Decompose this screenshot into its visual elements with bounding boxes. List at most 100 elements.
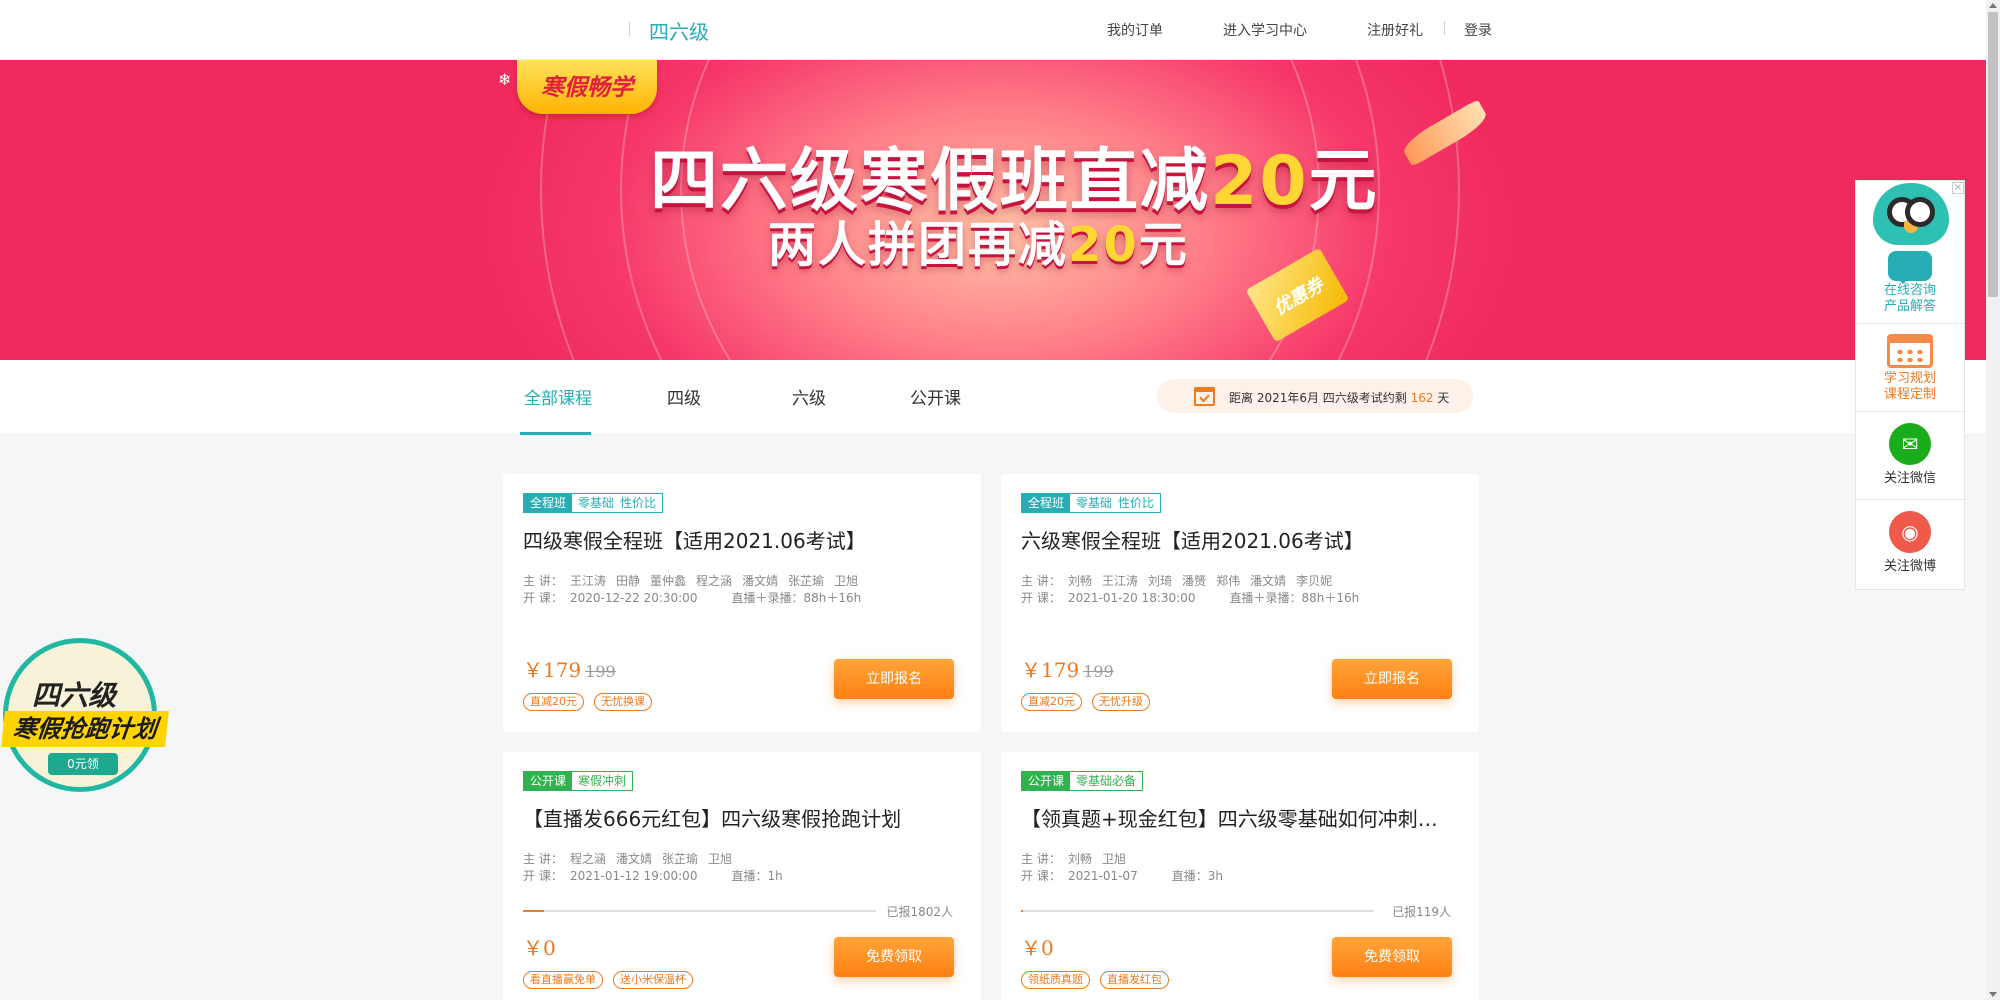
- winter-badge-text: 寒假畅学: [541, 74, 633, 101]
- course-title[interactable]: 四级寒假全程班【适用2021.06考试】: [523, 525, 963, 554]
- start-label: 开 课：: [523, 591, 563, 605]
- consult-sublabel: 产品解答: [1883, 299, 1936, 314]
- floating-service-sidebar: × 在线咨询 产品解答 学习规划 课程定制 ✉ 关注微信 ◉ 关注微博: [1855, 180, 1965, 590]
- enroll-button[interactable]: 立即报名: [1332, 659, 1452, 699]
- course-card[interactable]: 公开课 寒假冲刺 【直播发666元红包】四六级寒假抢跑计划 主 讲： 程之涵 潘文婧…: [503, 752, 981, 1000]
- teachers-label: 主 讲：: [523, 574, 563, 588]
- promo-tag: 送小米保温杯: [613, 971, 693, 989]
- teachers-label: 主 讲：: [523, 852, 563, 866]
- teacher-name: 刘畅: [1068, 852, 1093, 866]
- course-title[interactable]: 【领真题+现金红包】四六级零基础如何冲刺…: [1021, 803, 1461, 832]
- nav-register-gift[interactable]: 注册好礼: [1367, 20, 1423, 40]
- tab-active-indicator: [520, 432, 591, 435]
- course-subtag: 性价比: [620, 496, 657, 510]
- nav-login[interactable]: 登录: [1464, 20, 1492, 40]
- tab-all-courses[interactable]: 全部课程: [524, 384, 592, 409]
- plan-sublabel: 课程定制: [1883, 387, 1936, 402]
- banner-headline-2: 两人拼团再减20元: [768, 205, 1189, 275]
- teacher-name: 刘琦: [1148, 574, 1173, 588]
- teacher-name: 刘畅: [1068, 574, 1093, 588]
- scroll-down-icon[interactable]: [1989, 992, 1997, 997]
- tab-open-course[interactable]: 公开课: [910, 384, 961, 409]
- start-time: 2021-01-20 18:30:00: [1068, 591, 1196, 605]
- logo-separator: [629, 22, 630, 36]
- countdown-prefix: 距离 2021年6月 四六级考试约剩: [1229, 391, 1407, 405]
- planner-icon: [1887, 334, 1933, 368]
- course-teachers: 主 讲： 王江涛 田静 董仲蠡 程之涵 潘文婧 张芷瑜 卫旭: [523, 572, 868, 589]
- teachers-label: 主 讲：: [1021, 574, 1061, 588]
- tab-cet4[interactable]: 四级: [667, 384, 701, 409]
- nav-learning-center[interactable]: 进入学习中心: [1223, 20, 1307, 40]
- current-price: ￥179: [1021, 658, 1080, 682]
- countdown-days: 162: [1410, 391, 1434, 405]
- headline1-unit: 元: [1308, 142, 1379, 221]
- teacher-name: 卫旭: [834, 574, 859, 588]
- teacher-name: 董仲蠡: [650, 574, 687, 588]
- course-card[interactable]: 全程班 零基础 性价比 四级寒假全程班【适用2021.06考试】 主 讲： 王江涛…: [503, 474, 981, 732]
- enroll-button[interactable]: 立即报名: [834, 659, 954, 699]
- close-icon[interactable]: ×: [1952, 182, 1964, 194]
- mascot-icon: [1873, 183, 1949, 245]
- course-card[interactable]: 公开课 零基础必备 【领真题+现金红包】四六级零基础如何冲刺… 主 讲： 刘畅 卫旭…: [1001, 752, 1479, 1000]
- promo-tags: 直减20元 无忧升级: [1021, 693, 1150, 711]
- course-hours: 直播＋录播：88h＋16h: [731, 591, 862, 605]
- promo-line-1: 四六级: [32, 679, 117, 712]
- teacher-name: 张芷瑜: [788, 574, 825, 588]
- sidebar-divider: [1856, 411, 1964, 412]
- calendar-icon: [1194, 387, 1215, 406]
- course-type-tag: 公开课: [1022, 772, 1071, 790]
- course-title[interactable]: 六级寒假全程班【适用2021.06考试】: [1021, 525, 1461, 554]
- course-price: ￥0: [523, 932, 556, 961]
- promo-tag: 直减20元: [1021, 693, 1082, 711]
- promo-free-button[interactable]: 0元领: [48, 753, 118, 775]
- follow-wechat-button[interactable]: 关注微信: [1856, 471, 1964, 487]
- course-tags: 公开课 寒假冲刺: [523, 771, 634, 791]
- follow-weibo-button[interactable]: 关注微博: [1856, 559, 1964, 575]
- current-price: ￥0: [523, 936, 556, 960]
- weibo-label: 关注微博: [1883, 559, 1936, 574]
- teacher-name: 程之涵: [570, 852, 607, 866]
- online-consult-button[interactable]: 在线咨询 产品解答: [1856, 283, 1964, 315]
- teacher-name: 潘文婧: [1250, 574, 1287, 588]
- teacher-name: 王江涛: [570, 574, 607, 588]
- weibo-icon[interactable]: ◉: [1889, 511, 1931, 553]
- wechat-icon[interactable]: ✉: [1889, 423, 1931, 465]
- promo-line-2: 寒假抢跑计划: [1, 711, 169, 747]
- start-label: 开 课：: [523, 869, 563, 883]
- current-price: ￥0: [1021, 936, 1054, 960]
- tab-cet6[interactable]: 六级: [792, 384, 826, 409]
- headline2-unit: 元: [1138, 217, 1189, 273]
- course-title[interactable]: 【直播发666元红包】四六级寒假抢跑计划: [523, 803, 963, 832]
- teacher-name: 潘文婧: [616, 852, 653, 866]
- course-price: ￥179 199: [1021, 654, 1114, 683]
- course-teachers: 主 讲： 刘畅 卫旭: [1021, 850, 1136, 867]
- course-card[interactable]: 全程班 零基础 性价比 六级寒假全程班【适用2021.06考试】 主 讲： 刘畅王…: [1001, 474, 1479, 732]
- promo-banner[interactable]: ❄ 寒假畅学 四六级寒假班直减20元 两人拼团再减20元 优惠券: [0, 60, 1986, 360]
- nav-separator: [1444, 21, 1445, 35]
- countdown-unit: 天: [1437, 391, 1450, 405]
- promo-tag: 直播发红包: [1100, 971, 1169, 989]
- course-tabbar: 全部课程 四级 六级 公开课 距离 2021年6月 四六级考试约剩 162 天: [0, 360, 1986, 435]
- course-tags: 全程班 零基础 性价比: [1021, 493, 1162, 513]
- enroll-progress-bar: [1021, 910, 1374, 912]
- brand-title[interactable]: 四六级: [649, 16, 709, 45]
- current-price: ￥179: [523, 658, 582, 682]
- course-type-tag: 全程班: [524, 494, 573, 512]
- plan-label: 学习规划: [1883, 371, 1936, 386]
- enroll-progress-fill: [1021, 910, 1023, 912]
- page-scrollbar[interactable]: [1986, 0, 2000, 1000]
- free-claim-button[interactable]: 免费领取: [1332, 937, 1452, 977]
- study-plan-button[interactable]: 学习规划 课程定制: [1856, 371, 1964, 403]
- nav-my-orders[interactable]: 我的订单: [1107, 20, 1163, 40]
- scroll-up-icon[interactable]: [1989, 3, 1997, 8]
- course-schedule: 开 课： 2021-01-07 直播：3h: [1021, 867, 1223, 884]
- scroll-thumb[interactable]: [1988, 12, 1998, 297]
- teacher-name: 潘文婧: [742, 574, 779, 588]
- promo-tags: 领纸质真题 直播发红包: [1021, 971, 1169, 989]
- floating-promo-badge[interactable]: 四六级 寒假抢跑计划 0元领: [1, 638, 169, 792]
- consult-label: 在线咨询: [1883, 283, 1936, 298]
- free-claim-button[interactable]: 免费领取: [834, 937, 954, 977]
- teacher-name: 张芷瑜: [662, 852, 699, 866]
- sidebar-divider: [1856, 323, 1964, 324]
- start-label: 开 课：: [1021, 591, 1061, 605]
